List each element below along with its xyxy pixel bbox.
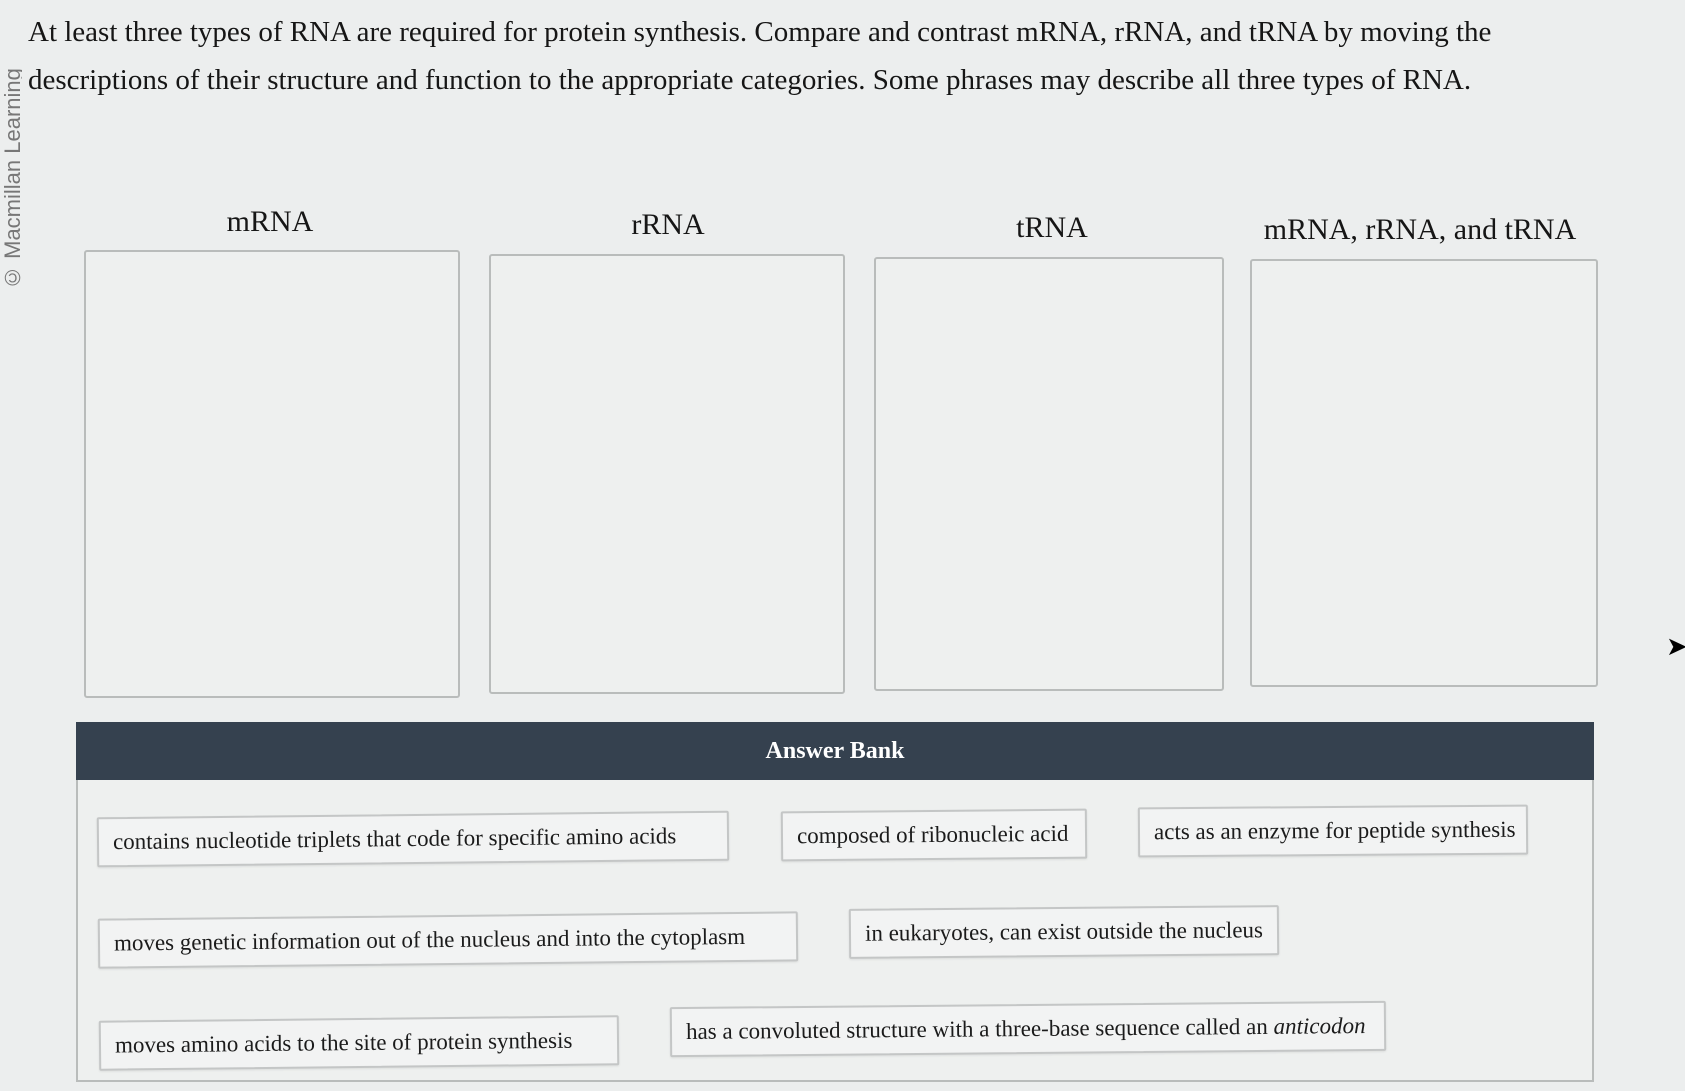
answer-chip-enzyme-peptide[interactable]: acts as an enzyme for peptide synthesis [1137, 804, 1529, 858]
answer-chip-ribonucleic-acid[interactable]: composed of ribonucleic acid [780, 808, 1088, 862]
drop-zone-trna[interactable] [874, 257, 1224, 691]
category-title-trna: tRNA [1016, 211, 1088, 244]
answer-chip-genetic-information[interactable]: moves genetic information out of the nuc… [97, 911, 799, 969]
drop-zone-rrna[interactable] [489, 254, 845, 694]
drop-zone-mrna[interactable] [84, 250, 460, 698]
anticodon-term: anticodon [1273, 1013, 1366, 1039]
answer-bank-header: Answer Bank [76, 722, 1594, 780]
category-title-all: mRNA, rRNA, and tRNA [1263, 213, 1577, 246]
mouse-pointer-icon: ➤ [1666, 632, 1685, 661]
answer-chip-anticodon-text: has a convoluted structure with a three-… [685, 1013, 1268, 1044]
answer-chip-nucleotide-triplets[interactable]: contains nucleotide triplets that code f… [96, 810, 730, 868]
copyright-watermark: © Macmillan Learning [0, 68, 22, 290]
question-text: At least three types of RNA are required… [28, 16, 1492, 96]
category-title-mrna: mRNA [226, 205, 314, 238]
answer-chip-outside-nucleus[interactable]: in eukaryotes, can exist outside the nuc… [848, 905, 1280, 959]
answer-chip-anticodon[interactable]: has a convoluted structure with a three-… [669, 1000, 1387, 1058]
drop-zone-all[interactable] [1250, 259, 1598, 687]
answer-chip-moves-amino-acids[interactable]: moves amino acids to the site of protein… [98, 1015, 620, 1071]
category-title-rrna: rRNA [631, 208, 705, 241]
